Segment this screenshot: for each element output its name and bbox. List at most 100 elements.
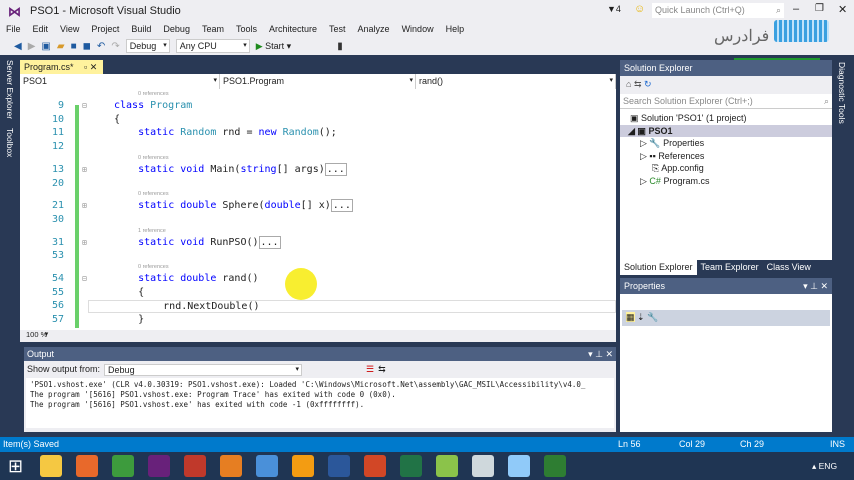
output-text[interactable]: 'PSO1.vshost.exe' (CLR v4.0.30319: PSO1.… [26,378,614,428]
collapse-icon[interactable]: ⊟ [82,101,87,110]
close-tab-icon[interactable]: ✕ [90,62,98,72]
tree-item-references[interactable]: ▷ ▪▪ References [620,150,832,163]
taskbar-excel-icon[interactable] [400,455,423,477]
open-icon[interactable]: ▰ [57,41,65,52]
taskbar-calculator-icon[interactable] [472,455,495,477]
menu-view[interactable]: View [60,22,79,37]
project-dropdown[interactable]: PSO1 [20,74,220,89]
code-line[interactable]: } [114,314,144,325]
property-pages-icon[interactable]: 🔧 [647,312,658,322]
menu-debug[interactable]: Debug [163,22,190,37]
codelens-references[interactable]: 0 references [138,155,169,161]
home-icon[interactable]: ⌂ [626,79,631,89]
code-line[interactable]: static void Main(string[] args)... [114,162,347,176]
clear-all-icon[interactable]: ☰ [366,364,374,375]
menu-tools[interactable]: Tools [236,22,257,37]
alphabetical-icon[interactable]: ⇣ [637,312,645,322]
refresh-icon[interactable]: ↻ [644,79,652,89]
tree-item-solution[interactable]: ▣ Solution 'PSO1' (1 project) [620,112,832,125]
toolbox-tab[interactable]: Toolbox [5,128,15,157]
notification-icon[interactable]: ▼4 [607,4,621,14]
expand-icon[interactable]: ⊞ [82,165,87,174]
tree-item-project[interactable]: ◢ ▣ PSO1 [620,124,832,137]
tab-solution-explorer[interactable]: Solution Explorer [620,260,697,275]
tab-class-view[interactable]: Class View [763,260,815,275]
code-line[interactable]: class Program [114,100,192,111]
menu-architecture[interactable]: Architecture [269,22,317,37]
taskbar-word-icon[interactable] [328,455,351,477]
codelens-references[interactable]: 0 references [138,91,169,97]
solution-search-input[interactable]: Search Solution Explorer (Ctrl+;) ⌕ [620,94,832,109]
taskbar-visual-studio-icon[interactable] [148,455,171,477]
codelens-references[interactable]: 0 references [138,191,169,197]
taskbar-virtualbox-icon[interactable] [256,455,279,477]
forward-icon[interactable]: ▶ [28,41,36,52]
quick-launch-input[interactable]: Quick Launch (Ctrl+Q) ⌕ [652,3,784,18]
close-output-icon[interactable]: ▾ ⊥ ✕ [588,349,613,360]
menu-help[interactable]: Help [446,22,465,37]
tree-item-program-cs[interactable]: ▷ C# Program.cs [620,175,832,188]
collapse-icon[interactable]: ⊟ [82,274,87,283]
tree-item-properties[interactable]: ▷ 🔧 Properties [620,137,832,150]
menu-build[interactable]: Build [131,22,151,37]
taskbar-xampp-icon[interactable] [292,455,315,477]
word-wrap-icon[interactable]: ⇆ [378,364,386,375]
close-button[interactable]: ✕ [838,3,847,16]
tab-team-explorer[interactable]: Team Explorer [697,260,763,275]
member-dropdown[interactable]: rand() [416,74,616,89]
code-line[interactable]: static double rand() [114,273,258,284]
feedback-smiley-icon[interactable]: ☺ [634,3,645,15]
save-icon[interactable]: ■ [71,41,77,52]
taskbar-file-explorer-icon[interactable] [40,455,63,477]
taskbar-app-icon[interactable] [436,455,459,477]
output-source-select[interactable]: Debug [104,364,303,376]
server-explorer-tab[interactable]: Server Explorer [5,60,15,119]
taskbar-app-icon[interactable] [508,455,531,477]
categorized-icon[interactable]: ▦ [626,312,635,322]
configuration-select[interactable]: Debug [125,39,170,53]
new-project-icon[interactable]: ▣ [41,41,50,52]
expand-icon[interactable]: ⊞ [82,238,87,247]
platform-select[interactable]: Any CPU [175,39,250,53]
properties-object-select[interactable] [620,294,832,310]
tree-item-app-config[interactable]: ⎘ App.config [620,162,832,175]
code-line[interactable]: static Random rnd = new Random(); [114,127,337,138]
taskbar-chrome-icon[interactable] [112,455,135,477]
diagnostic-tools-tab[interactable]: Diagnostic Tools [837,62,847,124]
taskbar-matlab-icon[interactable] [220,455,243,477]
code-line[interactable]: { [114,287,144,298]
menu-project[interactable]: Project [91,22,119,37]
codelens-references[interactable]: 1 reference [138,228,166,234]
menu-analyze[interactable]: Analyze [358,22,390,37]
pin-icon[interactable]: ▫ [84,62,87,72]
codelens-references[interactable]: 0 references [138,264,169,270]
windows-start-icon[interactable]: ⊞ [8,456,23,477]
menu-test[interactable]: Test [329,22,346,37]
language-indicator[interactable]: ▴ ENG [812,461,837,472]
taskbar-powerpoint-icon[interactable] [364,455,387,477]
code-line[interactable]: { [114,114,120,125]
minimize-button[interactable]: – [793,3,799,15]
sync-icon[interactable]: ⇆ [634,79,642,89]
close-properties-icon[interactable]: ▾ ⊥ ✕ [803,281,828,292]
bookmark-icon[interactable]: ▮ [337,41,343,52]
undo-icon[interactable]: ↶ [97,41,105,52]
taskbar-camtasia-icon[interactable] [544,455,567,477]
code-line[interactable]: rnd.NextDouble() [88,300,616,314]
menu-file[interactable]: File [6,22,21,37]
start-button[interactable]: ▶ Start ▾ [256,41,291,52]
code-editor[interactable]: 0 references 9 ⊟ class Program 10 {11 static … [20,89,616,330]
tab-program-cs[interactable]: Program.cs* ▫ ✕ [20,60,103,74]
expand-icon[interactable]: ⊞ [82,201,87,210]
back-icon[interactable]: ◀ [14,41,22,52]
restore-button[interactable]: ❐ [815,3,824,14]
type-dropdown[interactable]: PSO1.Program [220,74,416,89]
menu-team[interactable]: Team [202,22,224,37]
menu-edit[interactable]: Edit [33,22,49,37]
taskbar-firefox-icon[interactable] [76,455,99,477]
save-all-icon[interactable]: ◼ [83,41,91,52]
zoom-select[interactable]: 100 % [23,330,50,339]
code-line[interactable]: static void RunPSO()... [114,235,281,249]
menu-window[interactable]: Window [402,22,434,37]
taskbar-app-icon[interactable] [184,455,207,477]
